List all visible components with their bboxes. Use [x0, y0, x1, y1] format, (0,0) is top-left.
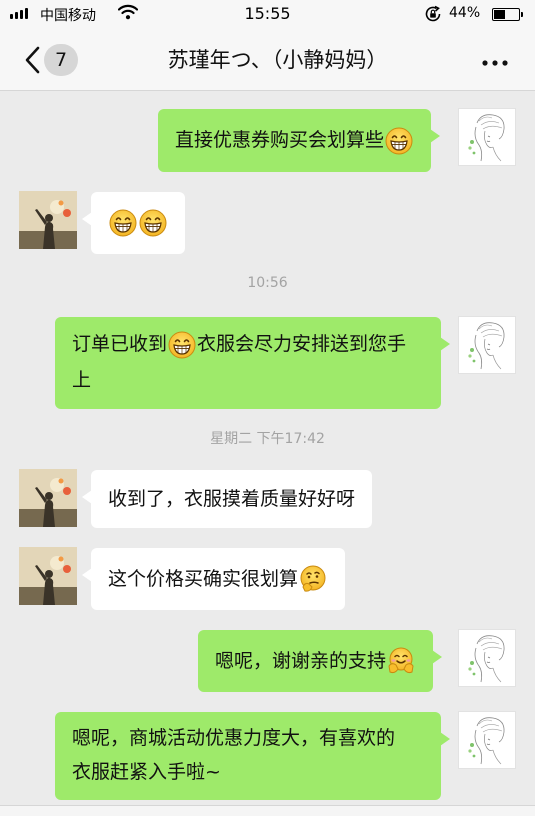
message-text: 上: [72, 369, 92, 391]
message-bubble-outgoing[interactable]: 直接优惠券购买会划算些: [158, 109, 441, 172]
status-bar: 中国移动 15:55 44%: [0, 0, 535, 28]
battery-icon: [492, 8, 523, 21]
message-bubble-incoming[interactable]: 这个价格买确实很划算: [81, 548, 346, 610]
my-avatar[interactable]: [458, 711, 516, 769]
my-avatar[interactable]: [458, 108, 516, 166]
message-timestamp: 10:56: [247, 275, 288, 291]
grin-emoji-icon: [385, 127, 413, 155]
message-bubble-incoming[interactable]: 收到了，衣服摸着质量好好呀: [81, 470, 373, 528]
message-timestamp: 星期二 下午17:42: [210, 431, 325, 447]
more-dots-icon: [482, 60, 508, 66]
message-bubble-outgoing[interactable]: 订单已收到 衣服会尽力安排送到您手 上: [55, 317, 450, 409]
message-text: 衣服赶紧入手啦~: [72, 761, 221, 783]
unread-count-badge[interactable]: 7: [44, 44, 78, 76]
grin-emoji-icon: [139, 209, 167, 237]
input-bar[interactable]: [0, 805, 535, 816]
my-avatar[interactable]: [458, 629, 516, 687]
message-text: 衣服会尽力安排送到您手: [197, 333, 407, 355]
message-bubble-incoming[interactable]: [82, 192, 185, 254]
message-bubble-outgoing[interactable]: 嗯呢，谢谢亲的支持: [198, 630, 443, 692]
contact-avatar[interactable]: [19, 469, 77, 527]
grin-emoji-icon: [168, 331, 196, 359]
message-bubble-outgoing[interactable]: 嗯呢，商城活动优惠力度大，有喜欢的 衣服赶紧入手啦~: [55, 712, 450, 800]
hug-emoji-icon: [387, 647, 415, 675]
message-text: 订单已收到: [72, 333, 168, 355]
message-text: 直接优惠券购买会划算些: [175, 129, 385, 151]
message-text: 这个价格买确实很划算: [108, 567, 299, 590]
chat-title: 苏瑾年つ、（小静妈妈）: [167, 48, 388, 72]
message-text: 收到了，衣服摸着质量好好呀: [108, 487, 356, 510]
lock-rotation-icon: [424, 5, 442, 27]
my-avatar[interactable]: [458, 316, 516, 374]
more-options-button[interactable]: [477, 54, 517, 66]
message-text: 嗯呢，商城活动优惠力度大，有喜欢的: [72, 727, 396, 749]
contact-avatar[interactable]: [19, 547, 77, 605]
message-text: 嗯呢，谢谢亲的支持: [215, 649, 387, 672]
contact-avatar[interactable]: [19, 191, 77, 249]
grin-emoji-icon: [109, 209, 137, 237]
thinking-emoji-icon: [299, 565, 327, 593]
battery-percentage: 44%: [449, 5, 481, 21]
chat-header: 7 苏瑾年つ、（小静妈妈）: [0, 28, 535, 91]
